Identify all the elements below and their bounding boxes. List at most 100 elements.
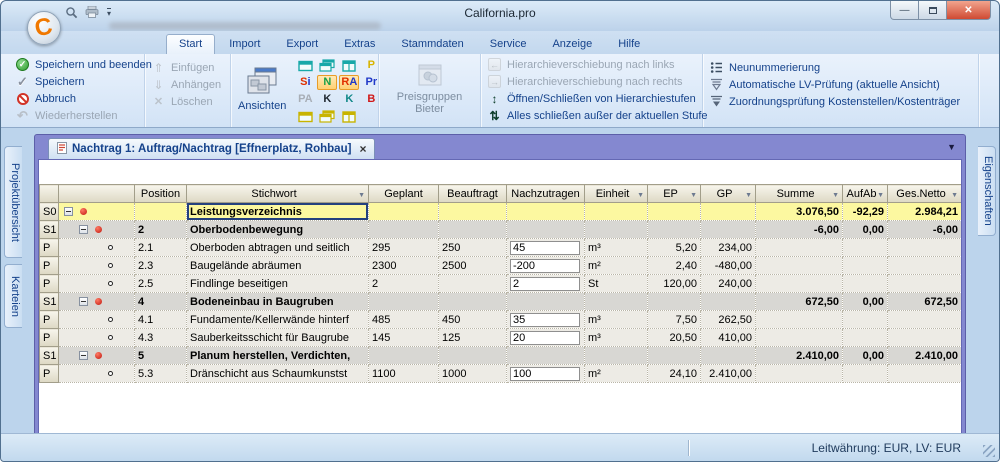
column-header-position[interactable]: Position	[135, 185, 187, 203]
cell-nachzutragen[interactable]	[507, 293, 585, 311]
cell-beauftragt[interactable]: 2500	[439, 257, 507, 275]
sort-arrow-icon[interactable]: ▼	[832, 192, 839, 199]
cell-stichwort[interactable]: Sauberkeitsschicht für Baugrube	[187, 329, 369, 347]
cell-stichwort[interactable]: Oberbodenbewegung	[187, 221, 369, 239]
cell-beauftragt[interactable]	[439, 293, 507, 311]
row-type-cell[interactable]: S0	[40, 203, 59, 221]
tree-cell[interactable]	[59, 257, 135, 275]
cell-stichwort[interactable]: Leistungsverzeichnis	[187, 203, 369, 221]
ribbon-tab-stammdaten[interactable]: Stammdaten	[389, 35, 475, 54]
column-header-stichwort[interactable]: Stichwort▼	[187, 185, 369, 203]
cell-position[interactable]: 2.1	[135, 239, 187, 257]
cell-aufab[interactable]: -92,29	[843, 203, 888, 221]
cell-summe[interactable]	[756, 311, 843, 329]
document-tab[interactable]: Nachtrag 1: Auftrag/Nachtrag [Effnerplat…	[48, 138, 375, 159]
cell-summe[interactable]	[756, 275, 843, 293]
cell-stichwort[interactable]: Fundamente/Kellerwände hinterf	[187, 311, 369, 329]
sort-arrow-icon[interactable]: ▼	[745, 192, 752, 199]
cell-position[interactable]: 4.1	[135, 311, 187, 329]
cell-gesnetto[interactable]	[888, 239, 962, 257]
cell-einheit[interactable]: m³	[585, 329, 648, 347]
row-type-cell[interactable]: P	[40, 239, 59, 257]
tree-cell[interactable]	[59, 329, 135, 347]
cell-aufab[interactable]: 0,00	[843, 293, 888, 311]
column-header-einheit[interactable]: Einheit▼	[585, 185, 648, 203]
zuordnungspruefung-kostenstellen-kostentraeger-button[interactable]: Zuordnungsprüfung Kostenstellen/Kostentr…	[706, 93, 975, 110]
automatische-lv-pruefung-aktuelle-ansicht-button[interactable]: Automatische LV-Prüfung (aktuelle Ansich…	[706, 76, 975, 93]
cell-nachzutragen[interactable]: -200	[507, 257, 585, 275]
cell-stichwort[interactable]: Oberboden abtragen und seitlich	[187, 239, 369, 257]
cell-stichwort[interactable]: Planum herstellen, Verdichten,	[187, 347, 369, 365]
cell-ep[interactable]	[648, 221, 701, 239]
cell-nachzutragen[interactable]	[507, 221, 585, 239]
cell-gp[interactable]: 410,00	[701, 329, 756, 347]
view-ra-icon[interactable]: RA	[339, 75, 359, 90]
cell-position[interactable]: 5.3	[135, 365, 187, 383]
cell-gp[interactable]: -480,00	[701, 257, 756, 275]
row-type-cell[interactable]: P	[40, 365, 59, 383]
row-type-cell[interactable]: S1	[40, 293, 59, 311]
ribbon-tab-export[interactable]: Export	[274, 35, 330, 54]
cell-gesnetto[interactable]: 672,50	[888, 293, 962, 311]
tree-cell[interactable]	[59, 221, 135, 239]
cell-summe[interactable]: -6,00	[756, 221, 843, 239]
cell-einheit[interactable]: m³	[585, 239, 648, 257]
tree-cell[interactable]	[59, 203, 135, 221]
cell-stichwort[interactable]: Dränschicht aus Schaumkunstst	[187, 365, 369, 383]
view-k-icon[interactable]: K	[339, 92, 359, 107]
cell-aufab[interactable]	[843, 239, 888, 257]
speichern-button[interactable]: ✓Speichern	[12, 73, 141, 90]
view-pa-icon[interactable]: PA	[295, 92, 315, 107]
resize-grip-icon[interactable]	[983, 445, 995, 457]
cell-gp[interactable]: 2.410,00	[701, 365, 756, 383]
cell-geplant[interactable]: 2	[369, 275, 439, 293]
cell-geplant[interactable]: 1100	[369, 365, 439, 383]
cell-ep[interactable]: 20,50	[648, 329, 701, 347]
cell-position[interactable]: 4	[135, 293, 187, 311]
cell-gp[interactable]: 262,50	[701, 311, 756, 329]
tree-cell[interactable]	[59, 365, 135, 383]
tree-cell[interactable]	[59, 275, 135, 293]
cell-geplant[interactable]: 145	[369, 329, 439, 347]
neunummerierung-button[interactable]: Neunummerierung	[706, 59, 975, 76]
cell-ep[interactable]: 24,10	[648, 365, 701, 383]
view-window-icon[interactable]	[295, 109, 315, 124]
cell-beauftragt[interactable]	[439, 221, 507, 239]
cell-position[interactable]: 2.5	[135, 275, 187, 293]
nachzutragen-input[interactable]: 100	[510, 367, 580, 381]
sort-arrow-icon[interactable]: ▼	[637, 192, 644, 199]
cell-beauftragt[interactable]: 125	[439, 329, 507, 347]
row-type-cell[interactable]: P	[40, 257, 59, 275]
collapse-icon[interactable]	[79, 297, 88, 306]
cell-aufab[interactable]	[843, 275, 888, 293]
view-si-icon[interactable]: Si	[295, 75, 315, 90]
cell-ep[interactable]: 5,20	[648, 239, 701, 257]
cell-summe[interactable]	[756, 365, 843, 383]
speichern-und-beenden-button[interactable]: ✓Speichern und beenden	[12, 56, 141, 73]
cell-position[interactable]	[135, 203, 187, 221]
cell-einheit[interactable]: m³	[585, 311, 648, 329]
column-header-aufab[interactable]: AufAb▼	[843, 185, 888, 203]
cell-beauftragt[interactable]	[439, 203, 507, 221]
cell-einheit[interactable]	[585, 203, 648, 221]
cell-nachzutragen[interactable]	[507, 347, 585, 365]
cell-summe[interactable]	[756, 329, 843, 347]
cell-ep[interactable]	[648, 347, 701, 365]
nachzutragen-input[interactable]: 20	[510, 331, 580, 345]
row-type-cell[interactable]: P	[40, 311, 59, 329]
cell-aufab[interactable]	[843, 311, 888, 329]
column-header-ep[interactable]: EP▼	[648, 185, 701, 203]
cell-summe[interactable]	[756, 257, 843, 275]
cell-beauftragt[interactable]: 450	[439, 311, 507, 329]
row-type-cell[interactable]: S1	[40, 221, 59, 239]
cell-gesnetto[interactable]	[888, 365, 962, 383]
column-header-beauftragt[interactable]: Beauftragt	[439, 185, 507, 203]
cell-geplant[interactable]: 2300	[369, 257, 439, 275]
cell-nachzutragen[interactable]: 45	[507, 239, 585, 257]
collapse-icon[interactable]	[64, 207, 73, 216]
minimize-button[interactable]: —	[890, 1, 919, 20]
cell-aufab[interactable]	[843, 329, 888, 347]
column-header-gp[interactable]: GP▼	[701, 185, 756, 203]
sort-arrow-icon[interactable]: ▼	[951, 192, 958, 199]
tree-cell[interactable]	[59, 347, 135, 365]
